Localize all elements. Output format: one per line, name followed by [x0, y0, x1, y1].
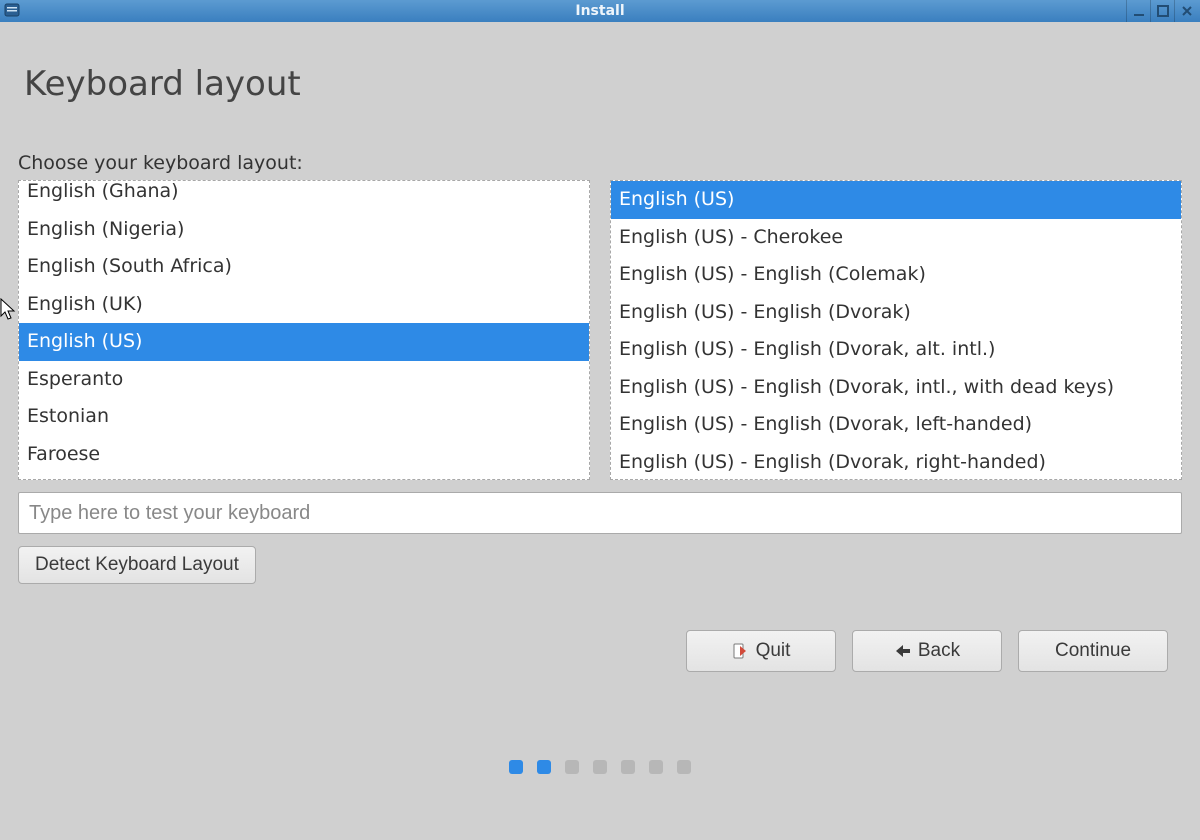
back-label: Back — [918, 640, 960, 662]
variant-item[interactable]: English (US) - English (Dvorak, left-han… — [611, 406, 1181, 444]
variant-item[interactable]: English (US) - English (Dvorak, intl., w… — [611, 369, 1181, 407]
titlebar-right — [1126, 0, 1198, 22]
progress-dot — [565, 760, 579, 774]
minimize-icon — [1132, 4, 1146, 18]
layout-item[interactable]: Estonian — [19, 398, 589, 436]
window-title: Install — [575, 3, 624, 19]
quit-label: Quit — [756, 640, 791, 662]
quit-icon — [732, 642, 750, 660]
footer-buttons: Quit Back Continue — [18, 630, 1182, 672]
titlebar-left — [4, 2, 22, 22]
variant-item[interactable]: English (US) - English (Dvorak, alt. int… — [611, 331, 1181, 369]
arrow-left-icon — [894, 644, 912, 658]
variant-item[interactable]: English (US) — [611, 181, 1181, 219]
keyboard-test-input[interactable] — [18, 492, 1182, 534]
back-button[interactable]: Back — [852, 630, 1002, 672]
app-menu-icon[interactable] — [4, 2, 22, 22]
progress-dot — [537, 760, 551, 774]
variant-listbox[interactable]: English (US)English (US) - CherokeeEngli… — [610, 180, 1182, 480]
variant-item[interactable]: English (US) - English (Dvorak) — [611, 294, 1181, 332]
layout-lists: English (Ghana)English (Nigeria)English … — [18, 180, 1182, 480]
layout-item[interactable]: Filipino — [19, 473, 589, 480]
quit-button[interactable]: Quit — [686, 630, 836, 672]
window-titlebar: Install — [0, 0, 1200, 22]
close-icon — [1180, 4, 1194, 18]
maximize-button[interactable] — [1150, 0, 1174, 22]
minimize-button[interactable] — [1126, 0, 1150, 22]
maximize-icon — [1156, 4, 1170, 18]
continue-button[interactable]: Continue — [1018, 630, 1168, 672]
progress-dot — [677, 760, 691, 774]
detect-keyboard-button[interactable]: Detect Keyboard Layout — [18, 546, 256, 584]
layout-item[interactable]: English (US) — [19, 323, 589, 361]
progress-dot — [593, 760, 607, 774]
progress-dot — [509, 760, 523, 774]
layout-item[interactable]: English (UK) — [19, 286, 589, 324]
choose-label: Choose your keyboard layout: — [18, 152, 1182, 174]
progress-dot — [649, 760, 663, 774]
layout-item[interactable]: English (Nigeria) — [19, 211, 589, 249]
layout-item[interactable]: Faroese — [19, 436, 589, 474]
variant-item[interactable]: English (US) - English (Colemak) — [611, 256, 1181, 294]
layout-listbox[interactable]: English (Ghana)English (Nigeria)English … — [18, 180, 590, 480]
layout-item[interactable]: English (Ghana) — [19, 180, 589, 211]
variant-item[interactable]: English (US) - English (Dvorak, right-ha… — [611, 444, 1181, 480]
content-area: Keyboard layout Choose your keyboard lay… — [0, 22, 1200, 774]
progress-dots — [18, 760, 1182, 774]
progress-dot — [621, 760, 635, 774]
close-button[interactable] — [1174, 0, 1198, 22]
layout-item[interactable]: English (South Africa) — [19, 248, 589, 286]
continue-label: Continue — [1055, 640, 1131, 662]
page-title: Keyboard layout — [24, 64, 1182, 104]
variant-item[interactable]: English (US) - Cherokee — [611, 219, 1181, 257]
layout-item[interactable]: Esperanto — [19, 361, 589, 399]
